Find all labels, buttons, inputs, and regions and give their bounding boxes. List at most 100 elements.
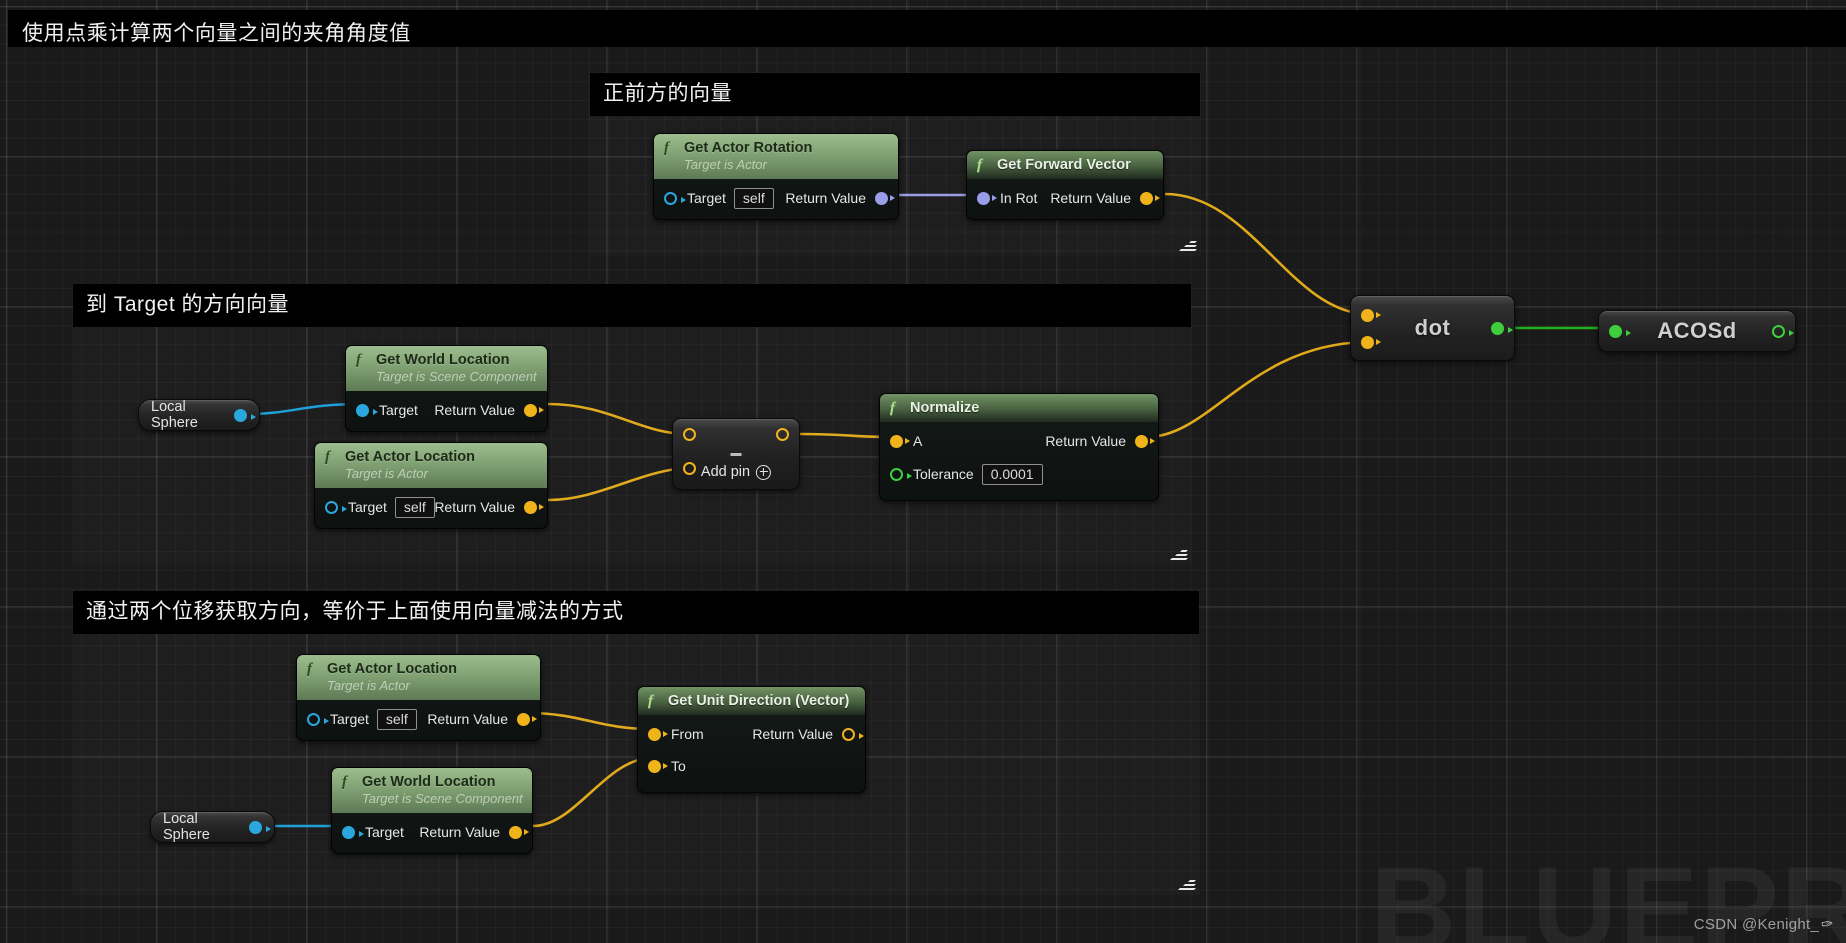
pin-row-to: To — [638, 754, 865, 778]
tolerance-value-field[interactable]: 0.0001 — [981, 463, 1043, 485]
variable-label: Local Sphere — [151, 399, 198, 431]
node-body: Target self Return Value — [315, 488, 547, 528]
node-header: f Get Actor Location Target is Actor — [315, 443, 547, 488]
vector-pin-icon[interactable] — [1140, 191, 1160, 205]
node-header: f Get Actor Rotation Target is Actor — [654, 134, 898, 179]
pin-label-target: Target — [379, 402, 418, 418]
resize-handle-icon[interactable] — [1178, 237, 1197, 252]
vector-pin-icon-out[interactable] — [1135, 434, 1155, 448]
vector-pin-icon[interactable] — [524, 500, 544, 514]
csdn-credit-watermark: CSDN @Kenight_✑ — [1693, 915, 1835, 934]
rotator-pin-icon[interactable] — [977, 191, 997, 205]
node-title: Normalize — [910, 400, 980, 416]
pin-label-from: From — [671, 726, 704, 742]
vector-pin-icon[interactable] — [890, 434, 910, 448]
float-pin-icon-out[interactable] — [1491, 322, 1513, 335]
function-icon: f — [356, 352, 361, 368]
node-header: f Get World Location Target is Scene Com… — [332, 768, 532, 813]
node-body: Target Return Value — [346, 391, 547, 431]
node-get-actor-location-2[interactable]: f Get Actor Location Target is Actor Tar… — [296, 654, 541, 741]
pin-label-target: Target — [330, 711, 369, 727]
object-pin-icon[interactable] — [307, 712, 329, 726]
pin-label-target: Target — [365, 824, 404, 840]
node-title: Get World Location — [376, 352, 510, 368]
blueprint-canvas[interactable]: 使用点乘计算两个向量之间的夹角角度值 正前方的向量 到 Target 的方向向量… — [0, 0, 1846, 943]
pin-row-target: Target self Return Value — [297, 707, 540, 731]
object-pin-icon[interactable] — [664, 191, 686, 205]
object-pin-icon[interactable] — [249, 820, 271, 834]
node-acosd[interactable]: ACOSd — [1598, 310, 1796, 352]
node-get-actor-location-1[interactable]: f Get Actor Location Target is Actor Tar… — [314, 442, 548, 529]
pin-row-target: Target self Return Value — [654, 186, 898, 210]
target-value-field[interactable]: self — [376, 708, 417, 730]
pin-row-tolerance: Tolerance 0.0001 — [880, 462, 1158, 486]
pin-label-return: Return Value — [785, 190, 866, 206]
function-icon: f — [307, 661, 312, 677]
float-pin-icon[interactable] — [890, 467, 912, 481]
pin-row-target: Target self Return Value — [315, 495, 547, 519]
pin-row-target: Target Return Value — [346, 398, 547, 422]
function-icon: f — [342, 774, 347, 790]
pin-label-target: Target — [687, 190, 726, 206]
vector-pin-icon[interactable] — [524, 403, 544, 417]
vector-pin-icon-from[interactable] — [648, 727, 668, 741]
node-normalize[interactable]: f Normalize A Return Value Tolerance 0.0… — [879, 393, 1159, 501]
csdn-credit-text: CSDN @Kenight_ — [1693, 916, 1820, 933]
node-body: From Return Value To — [638, 715, 865, 792]
vector-pin-icon-a[interactable] — [683, 428, 696, 441]
node-title: Get World Location — [362, 774, 496, 790]
node-get-world-location-2[interactable]: f Get World Location Target is Scene Com… — [331, 767, 533, 854]
comment-unit-direction[interactable]: 通过两个位移获取方向，等价于上面使用向量减法的方式 — [72, 590, 1200, 895]
object-pin-icon[interactable] — [325, 500, 347, 514]
pin-row-in-rot: In Rot Return Value — [967, 186, 1163, 210]
add-pin-button[interactable]: Add pin — [701, 464, 772, 480]
resize-handle-icon[interactable] — [1169, 546, 1188, 561]
vector-pin-icon-a[interactable] — [1361, 309, 1381, 322]
node-get-forward-vector[interactable]: f Get Forward Vector In Rot Return Value — [966, 150, 1164, 220]
rotator-pin-icon[interactable] — [875, 191, 895, 205]
function-icon: f — [664, 140, 669, 156]
resize-handle-icon[interactable] — [1177, 876, 1196, 891]
node-dot-product[interactable]: dot — [1350, 295, 1515, 361]
object-pin-icon[interactable] — [234, 408, 256, 422]
vector-pin-icon-out[interactable] — [776, 428, 789, 441]
node-subtitle: Target is Scene Component — [362, 791, 523, 806]
vector-pin-icon-b[interactable] — [1361, 336, 1381, 349]
pin-label-a: A — [913, 433, 923, 449]
node-get-world-location-1[interactable]: f Get World Location Target is Scene Com… — [345, 345, 548, 432]
vector-pin-icon-b[interactable] — [683, 462, 696, 475]
node-get-unit-direction[interactable]: f Get Unit Direction (Vector) From Retur… — [637, 686, 866, 793]
node-vector-subtract[interactable]: Add pin — [672, 418, 800, 490]
node-subtitle: Target is Actor — [345, 466, 428, 481]
object-pin-icon[interactable] — [342, 825, 364, 839]
function-icon: f — [890, 400, 895, 416]
page-title-bar: 使用点乘计算两个向量之间的夹角角度值 — [8, 10, 1846, 47]
pin-label-target: Target — [348, 499, 387, 515]
vector-pin-icon[interactable] — [509, 825, 529, 839]
target-value-field[interactable]: self — [733, 187, 774, 209]
pin-label-to: To — [671, 758, 686, 774]
node-body: In Rot Return Value — [967, 179, 1163, 219]
float-pin-icon-out[interactable] — [1772, 325, 1794, 338]
node-title: Get Actor Location — [345, 449, 475, 465]
node-get-actor-rotation[interactable]: f Get Actor Rotation Target is Actor Tar… — [653, 133, 899, 220]
node-header: f Get Unit Direction (Vector) — [638, 687, 865, 715]
page-title: 使用点乘计算两个向量之间的夹角角度值 — [22, 22, 411, 45]
float-pin-icon-in[interactable] — [1609, 325, 1631, 338]
subtract-operator-icon — [730, 453, 742, 456]
object-pin-icon[interactable] — [356, 403, 378, 417]
pin-label-tolerance: Tolerance — [913, 466, 974, 482]
variable-local-sphere-2[interactable]: Local Sphere — [150, 811, 275, 843]
node-title: Get Actor Rotation — [684, 140, 813, 156]
vector-pin-icon-to[interactable] — [648, 759, 668, 773]
pin-label-return: Return Value — [427, 711, 508, 727]
vector-pin-icon[interactable] — [517, 712, 537, 726]
pin-label-return: Return Value — [1045, 433, 1126, 449]
target-value-field[interactable]: self — [394, 496, 435, 518]
pin-row-target: Target Return Value — [332, 820, 532, 844]
vector-pin-icon-out[interactable] — [842, 727, 864, 741]
node-title: ACOSd — [1657, 318, 1737, 343]
variable-local-sphere-1[interactable]: Local Sphere — [138, 399, 260, 431]
node-subtitle: Target is Actor — [327, 678, 410, 693]
node-subtitle: Target is Actor — [684, 157, 767, 172]
